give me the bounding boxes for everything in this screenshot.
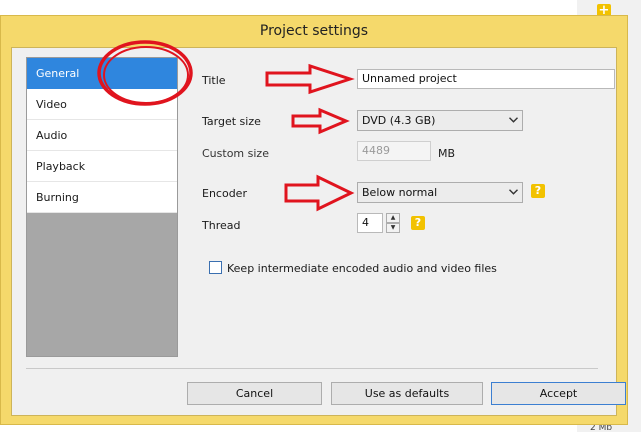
encoder-value: Below normal <box>362 186 438 199</box>
title-input[interactable]: Unnamed project <box>357 69 615 89</box>
keep-files-label: Keep intermediate encoded audio and vide… <box>227 262 497 275</box>
chevron-down-icon <box>509 117 518 123</box>
thread-spinner: ▲ ▼ <box>386 213 400 233</box>
title-label: Title <box>202 74 226 87</box>
triangle-up-icon[interactable]: ▲ <box>386 213 400 223</box>
chevron-down-icon <box>509 189 518 195</box>
thread-help-icon[interactable]: ? <box>411 216 425 230</box>
accept-button[interactable]: Accept <box>491 382 626 405</box>
target-size-label: Target size <box>202 115 261 128</box>
dialog-title: Project settings <box>259 23 369 39</box>
use-as-defaults-button[interactable]: Use as defaults <box>331 382 483 405</box>
sidebar-item-video[interactable]: Video <box>27 89 177 120</box>
custom-size-input[interactable]: 4489 <box>357 141 431 161</box>
custom-size-unit: MB <box>438 147 456 160</box>
custom-size-label: Custom size <box>202 147 269 160</box>
encoder-help-icon[interactable]: ? <box>531 184 545 198</box>
sidebar-item-playback[interactable]: Playback <box>27 151 177 182</box>
sidebar-item-general[interactable]: General <box>27 58 177 89</box>
sidebar-item-burning[interactable]: Burning <box>27 182 177 213</box>
target-size-select[interactable]: DVD (4.3 GB) <box>357 110 523 131</box>
keep-files-checkbox[interactable] <box>209 261 222 274</box>
sidebar-item-audio[interactable]: Audio <box>27 120 177 151</box>
encoder-label: Encoder <box>202 187 247 200</box>
triangle-down-icon[interactable]: ▼ <box>386 223 400 233</box>
target-size-value: DVD (4.3 GB) <box>362 114 436 127</box>
settings-sidebar: General Video Audio Playback Burning <box>26 57 178 357</box>
encoder-select[interactable]: Below normal <box>357 182 523 203</box>
footer-divider <box>26 368 598 369</box>
thread-label: Thread <box>202 219 241 232</box>
cancel-button[interactable]: Cancel <box>187 382 322 405</box>
thread-input[interactable]: 4 <box>357 213 383 233</box>
